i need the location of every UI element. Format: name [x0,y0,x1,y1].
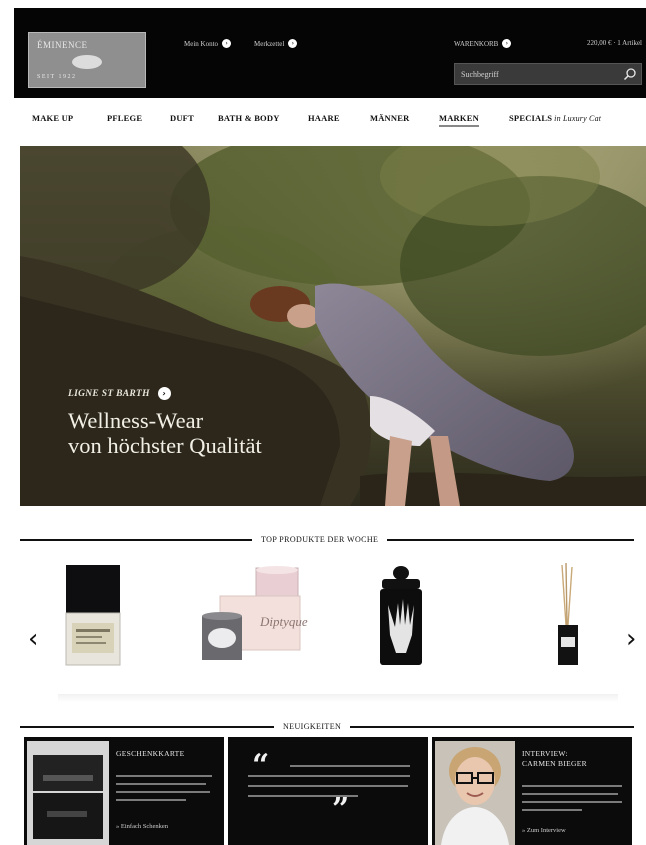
text-line [116,775,212,777]
hero-brand-label: LIGNE ST BARTH [68,388,150,399]
search-box [454,63,642,85]
account-link-label: Mein Konto [184,39,219,48]
main-nav: MAKE UP PFLEGE DUFT BATH & BODY HAARE MÄ… [14,113,634,129]
hero-headline-line-2: von höchster Qualität [68,433,262,458]
svg-text:Diptyque: Diptyque [259,614,308,629]
quote-close-icon: ” [332,792,350,827]
hero-brand-link[interactable]: LIGNE ST BARTH › [68,387,171,400]
product-hand-candle[interactable] [376,565,426,669]
logo-emblem [72,55,102,69]
hero-headline-line-1: Wellness-Wear [68,408,204,433]
store-logo[interactable]: ÉMINENCE SEIT 1922 [28,32,146,88]
search-input[interactable] [455,64,615,85]
interview-link[interactable]: » Zum Interview [522,827,566,834]
carousel-prev-button[interactable]: ‹ [28,626,38,652]
hero-headline: Wellness-Wear von höchster Qualität [68,408,262,458]
nav-item-make-up[interactable]: MAKE UP [32,113,73,123]
nav-item-bath-body[interactable]: BATH & BODY [218,113,280,123]
text-line [290,765,410,767]
text-line [248,775,410,777]
text-line [522,793,618,795]
text-line [248,785,408,787]
nav-item-pflege[interactable]: PFLEGE [107,113,142,123]
cart-summary: 220,00 € · 1 Artikel [586,39,642,47]
carousel-next-button[interactable]: › [626,626,636,652]
account-link[interactable]: Mein Konto › [184,39,232,48]
news-card-quote[interactable]: “ ” [228,737,428,845]
arrow-right-icon: › [157,387,171,400]
nav-item-maenner[interactable]: MÄNNER [370,113,409,123]
nav-item-specials[interactable]: SPECIALS in Luxury Cat [509,113,601,123]
nav-item-marken[interactable]: MARKEN [439,113,479,127]
top-products-title: TOP PRODUKTE DER WOCHE [252,535,388,544]
cart-link[interactable]: WARENKORB › [454,39,512,48]
gift-card-link[interactable]: » Einfach Schenken [116,823,168,830]
product-candle-set[interactable]: Diptyque [198,566,308,666]
text-line [522,809,582,811]
text-line [522,801,622,803]
interview-title-label: INTERVIEW: [522,749,568,758]
wishlist-link-label: Merkzettel [254,39,285,48]
interview-title-name: CARMEN BIEGER [522,759,587,768]
gift-box-image [27,741,109,845]
search-icon[interactable] [623,67,637,81]
gift-card-title: GESCHENKKARTE [116,749,185,758]
arrow-right-icon: › [288,39,298,48]
nav-item-duft[interactable]: DUFT [170,113,194,123]
nav-item-specials-suffix: in Luxury Cat [554,114,602,123]
news-card-interview[interactable]: INTERVIEW: CARMEN BIEGER » Zum Interview [432,737,632,845]
arrow-right-icon: › [222,39,232,48]
nav-item-haare[interactable]: HAARE [308,113,340,123]
text-line [116,799,186,801]
text-line [116,791,210,793]
nav-item-specials-label: SPECIALS [509,113,553,123]
wishlist-link[interactable]: Merkzettel › [254,39,298,48]
hero-banner[interactable]: LIGNE ST BARTH › Wellness-Wear von höchs… [20,146,646,506]
carousel-shelf [58,694,618,702]
cart-link-label: WARENKORB [454,39,499,48]
top-header: ÉMINENCE SEIT 1922 Mein Konto › Merkzett… [14,8,646,98]
news-card-gift-card[interactable]: GESCHENKKARTE » Einfach Schenken [24,737,224,845]
interview-portrait [435,741,515,845]
logo-text-bottom: SEIT 1922 [37,74,77,80]
text-line [522,785,622,787]
arrow-right-icon: › [502,39,512,48]
product-perfume[interactable] [64,563,122,667]
logo-text-top: ÉMINENCE [37,40,88,50]
text-line [116,783,206,785]
product-reed-diffuser[interactable] [552,563,582,669]
news-title: NEUIGKEITEN [274,722,351,731]
